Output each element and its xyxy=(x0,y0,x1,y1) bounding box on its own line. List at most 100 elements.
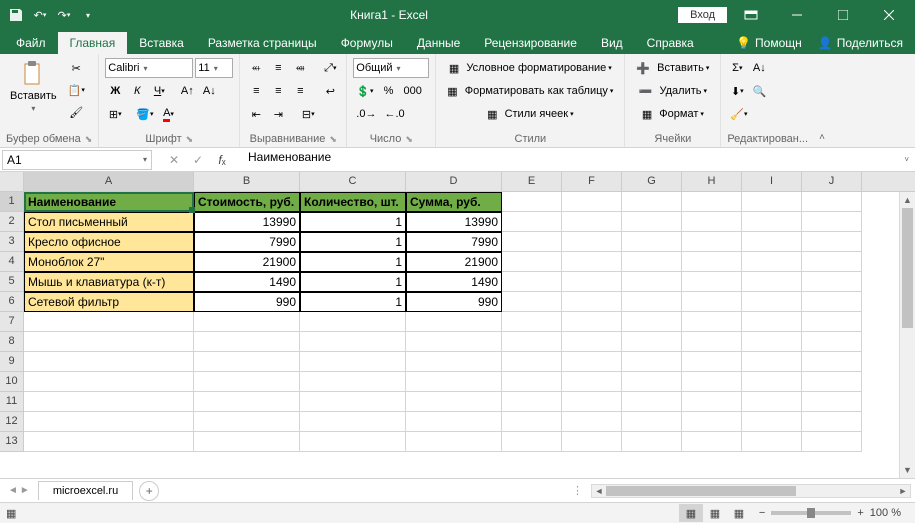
cancel-formula-button[interactable]: ✕ xyxy=(162,150,186,170)
cell[interactable]: Количество, шт. xyxy=(300,192,406,212)
cell[interactable] xyxy=(802,252,862,272)
row-header[interactable]: 11 xyxy=(0,392,24,412)
cell[interactable] xyxy=(802,232,862,252)
insert-function-button[interactable]: fₓ xyxy=(210,150,234,170)
cell[interactable] xyxy=(622,412,682,432)
cell[interactable] xyxy=(24,372,194,392)
cell[interactable] xyxy=(24,392,194,412)
cell[interactable] xyxy=(562,372,622,392)
cell[interactable] xyxy=(742,272,802,292)
cell[interactable] xyxy=(24,332,194,352)
cell[interactable] xyxy=(24,432,194,452)
cell[interactable] xyxy=(742,372,802,392)
tab-help[interactable]: Справка xyxy=(635,32,706,54)
cell[interactable] xyxy=(802,272,862,292)
cell[interactable] xyxy=(742,412,802,432)
column-header[interactable]: A xyxy=(24,172,194,191)
column-header[interactable]: C xyxy=(300,172,406,191)
record-macro-icon[interactable]: ▦ xyxy=(6,507,16,520)
decrease-font-button[interactable]: A↓ xyxy=(199,81,219,101)
close-button[interactable] xyxy=(867,0,911,30)
cell[interactable] xyxy=(802,412,862,432)
cell[interactable]: Наименование xyxy=(24,192,194,212)
cell[interactable] xyxy=(300,392,406,412)
align-left-button[interactable]: ≡ xyxy=(246,81,266,101)
align-top-button[interactable]: ⬴ xyxy=(246,58,266,78)
comma-button[interactable]: 000 xyxy=(401,81,425,101)
font-name-combo[interactable]: Calibri▾ xyxy=(105,58,193,78)
zoom-level[interactable]: 100 % xyxy=(870,507,901,519)
cell[interactable] xyxy=(802,192,862,212)
cell[interactable] xyxy=(622,192,682,212)
tab-home[interactable]: Главная xyxy=(58,32,128,54)
cell[interactable] xyxy=(622,352,682,372)
name-box[interactable]: A1▾ xyxy=(2,150,152,170)
scroll-right-icon[interactable]: ► xyxy=(896,485,910,497)
cell[interactable] xyxy=(194,432,300,452)
cell[interactable] xyxy=(622,432,682,452)
align-center-button[interactable]: ≡ xyxy=(268,81,288,101)
cell[interactable] xyxy=(742,392,802,412)
cell[interactable] xyxy=(682,372,742,392)
cell[interactable] xyxy=(300,432,406,452)
row-header[interactable]: 12 xyxy=(0,412,24,432)
hscroll-thumb[interactable] xyxy=(606,486,796,496)
save-icon[interactable] xyxy=(8,7,24,23)
tab-formulas[interactable]: Формулы xyxy=(329,32,405,54)
row-header[interactable]: 7 xyxy=(0,312,24,332)
cell[interactable] xyxy=(682,432,742,452)
align-middle-button[interactable]: ≡ xyxy=(268,58,288,78)
cell[interactable] xyxy=(300,312,406,332)
delete-cells-button[interactable]: ➖ Удалить▾ xyxy=(631,81,714,101)
cell[interactable] xyxy=(802,332,862,352)
cell[interactable] xyxy=(24,412,194,432)
column-header[interactable]: H xyxy=(682,172,742,191)
cell[interactable]: Моноблок 27" xyxy=(24,252,194,272)
maximize-button[interactable] xyxy=(821,0,865,30)
page-break-view-button[interactable]: ▦ xyxy=(727,504,751,522)
wrap-text-button[interactable]: ↩ xyxy=(320,81,340,101)
cell[interactable]: Мышь и клавиатура (к-т) xyxy=(24,272,194,292)
column-header[interactable]: G xyxy=(622,172,682,191)
paste-button[interactable]: Вставить ▾ xyxy=(6,58,61,115)
minimize-button[interactable] xyxy=(775,0,819,30)
clear-button[interactable]: 🧹▾ xyxy=(727,104,750,124)
insert-cells-button[interactable]: ➕ Вставить▾ xyxy=(631,58,714,78)
cut-button[interactable]: ✂ xyxy=(65,58,88,78)
tab-review[interactable]: Рецензирование xyxy=(472,32,589,54)
vertical-scrollbar[interactable]: ▲ ▼ xyxy=(899,192,915,478)
cell[interactable] xyxy=(682,352,742,372)
cell[interactable] xyxy=(802,212,862,232)
cell[interactable] xyxy=(802,292,862,312)
cell[interactable]: 21900 xyxy=(194,252,300,272)
horizontal-scrollbar[interactable]: ◄ ► xyxy=(591,484,911,498)
number-format-combo[interactable]: Общий▾ xyxy=(353,58,429,78)
cell[interactable]: 7990 xyxy=(194,232,300,252)
cell[interactable] xyxy=(742,252,802,272)
tell-me-button[interactable]: 💡Помощн xyxy=(728,32,810,54)
tab-page-layout[interactable]: Разметка страницы xyxy=(196,32,329,54)
find-button[interactable]: 🔍 xyxy=(749,81,769,101)
font-size-combo[interactable]: 11▾ xyxy=(195,58,233,78)
cell[interactable] xyxy=(622,312,682,332)
cell[interactable] xyxy=(682,192,742,212)
sort-filter-button[interactable]: A↓ xyxy=(749,58,769,78)
cell[interactable] xyxy=(194,332,300,352)
cell[interactable] xyxy=(622,212,682,232)
row-header[interactable]: 6 xyxy=(0,292,24,312)
cell[interactable]: 13990 xyxy=(194,212,300,232)
ribbon-display-icon[interactable] xyxy=(729,0,773,30)
cell[interactable]: 1 xyxy=(300,212,406,232)
zoom-in-button[interactable]: + xyxy=(857,507,863,519)
row-header[interactable]: 4 xyxy=(0,252,24,272)
decrease-indent-button[interactable]: ⇤ xyxy=(246,104,266,124)
cell[interactable] xyxy=(682,392,742,412)
increase-decimal-button[interactable]: .0→ xyxy=(353,104,379,124)
select-all-corner[interactable] xyxy=(0,172,24,191)
cell[interactable] xyxy=(502,352,562,372)
enter-formula-button[interactable]: ✓ xyxy=(186,150,210,170)
bold-button[interactable]: Ж xyxy=(105,81,125,101)
cell[interactable]: Сетевой фильтр xyxy=(24,292,194,312)
cell[interactable] xyxy=(742,212,802,232)
column-header[interactable]: B xyxy=(194,172,300,191)
